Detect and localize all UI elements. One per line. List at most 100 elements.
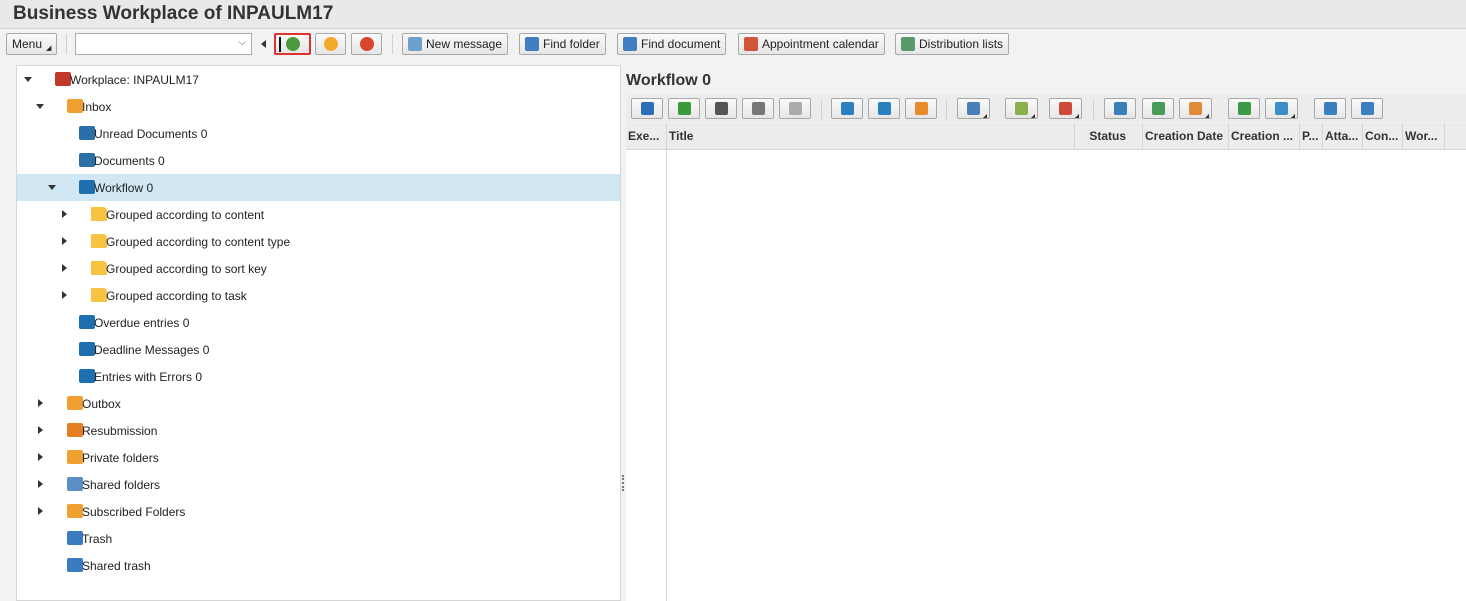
separator <box>821 99 822 119</box>
tree-node[interactable]: Deadline Messages 0 <box>17 336 620 363</box>
trash-icon <box>67 531 83 545</box>
expand-arrow-icon[interactable] <box>62 291 67 299</box>
tree-node[interactable]: Grouped according to content type <box>17 228 620 255</box>
cancel-button[interactable] <box>351 33 382 55</box>
folder-icon <box>91 288 107 302</box>
attachment-button[interactable] <box>957 98 990 119</box>
tree-node-label: Trash <box>82 531 113 546</box>
find-icon <box>1323 102 1337 115</box>
new-message-button[interactable]: New message <box>402 33 509 55</box>
object-button[interactable] <box>742 98 774 119</box>
expand-arrow-icon[interactable] <box>62 210 67 218</box>
column-header[interactable]: Atta... <box>1323 123 1363 150</box>
dropdown-corner-icon[interactable] <box>1291 114 1295 118</box>
dropdown-corner-icon[interactable] <box>983 114 987 118</box>
exit-button[interactable] <box>315 33 346 55</box>
object-inactive-button[interactable] <box>779 98 811 119</box>
create-folder-button[interactable] <box>1005 98 1038 119</box>
sort-button[interactable] <box>868 98 900 119</box>
copy-button[interactable] <box>1351 98 1383 119</box>
tree-node-label: Inbox <box>82 99 112 114</box>
tree-node[interactable]: Unread Documents 0 <box>17 120 620 147</box>
column-header[interactable]: Creation ... <box>1229 123 1300 150</box>
menu-label: Menu <box>12 37 43 51</box>
print-button[interactable] <box>1104 98 1136 119</box>
tree-node[interactable]: Grouped according to task <box>17 282 620 309</box>
tree-node[interactable]: Grouped according to sort key <box>17 255 620 282</box>
dropdown-corner-icon: ◢ <box>46 45 52 52</box>
distribution-lists-button[interactable]: Distribution lists <box>895 33 1010 55</box>
back-button[interactable] <box>274 33 311 55</box>
expand-arrow-icon[interactable] <box>62 264 67 272</box>
tree-node[interactable]: Workflow 0 <box>17 174 620 201</box>
attachment-icon <box>967 102 980 115</box>
menu-button[interactable]: Menu ◢ <box>6 33 58 55</box>
find-document-label: Find document <box>641 37 721 51</box>
appointment-calendar-button[interactable]: Appointment calendar <box>738 33 885 55</box>
note-button[interactable] <box>905 98 937 119</box>
find-folder-button[interactable]: Find folder <box>519 33 606 55</box>
tree-node[interactable]: Documents 0 <box>17 147 620 174</box>
workplace-chair-icon <box>55 72 71 86</box>
tree-node-label: Workflow 0 <box>94 180 154 195</box>
column-header[interactable]: Creation Date <box>1143 123 1229 150</box>
tree-node-label: Entries with Errors 0 <box>94 369 203 384</box>
command-field[interactable]: ⌵ <box>75 33 252 55</box>
display-button[interactable] <box>705 98 737 119</box>
dropdown-corner-icon[interactable] <box>1031 114 1035 118</box>
collapse-arrow-icon[interactable] <box>24 77 32 82</box>
filter-sum-button[interactable] <box>1228 98 1260 119</box>
column-header[interactable]: Con... <box>1363 123 1403 150</box>
dropdown-corner-icon[interactable] <box>1205 114 1209 118</box>
refresh-button[interactable] <box>631 98 663 119</box>
tree-node[interactable]: Resubmission <box>17 417 620 444</box>
tree-node[interactable]: Workplace: INPAULM17 <box>17 66 620 93</box>
execute-button[interactable] <box>668 98 700 119</box>
column-header[interactable]: Exe... <box>626 123 667 150</box>
find-button[interactable] <box>1314 98 1346 119</box>
new-message-icon <box>408 37 422 51</box>
tree-node-label: Workplace: INPAULM17 <box>70 72 199 87</box>
tree-node[interactable]: Shared folders <box>17 471 620 498</box>
binoculars-icon <box>525 37 539 51</box>
tree-node[interactable]: Inbox <box>17 93 620 120</box>
tree-node[interactable]: Trash <box>17 525 620 552</box>
view-grid-button[interactable] <box>1179 98 1212 119</box>
forward-button[interactable] <box>831 98 863 119</box>
tree-node[interactable]: Entries with Errors 0 <box>17 363 620 390</box>
workflow-icon <box>79 180 95 194</box>
tree-node[interactable]: Overdue entries 0 <box>17 309 620 336</box>
expand-arrow-icon[interactable] <box>38 480 43 488</box>
column-header[interactable]: Title <box>667 123 1075 150</box>
preview-button[interactable] <box>1142 98 1174 119</box>
tree-node[interactable]: Subscribed Folders <box>17 498 620 525</box>
filter-button[interactable] <box>1265 98 1298 119</box>
expand-arrow-icon[interactable] <box>62 237 67 245</box>
column-header[interactable]: Status <box>1075 123 1143 150</box>
collapse-arrow-icon[interactable] <box>36 104 44 109</box>
copy-icon <box>1360 102 1374 115</box>
column-header[interactable]: Wor... <box>1403 123 1445 150</box>
tree-node[interactable]: Shared trash <box>17 552 620 579</box>
expand-arrow-icon[interactable] <box>38 399 43 407</box>
column-header[interactable]: P... <box>1300 123 1323 150</box>
expand-arrow-icon[interactable] <box>38 453 43 461</box>
tree-node[interactable]: Grouped according to content <box>17 201 620 228</box>
expand-arrow-icon[interactable] <box>38 426 43 434</box>
expand-arrow-icon[interactable] <box>38 507 43 515</box>
tree-node-label: Private folders <box>82 450 159 465</box>
refresh-icon <box>640 102 654 115</box>
separator <box>946 99 947 119</box>
collapse-arrow-icon[interactable] <box>261 40 266 48</box>
layout-button[interactable] <box>1049 98 1082 119</box>
find-document-button[interactable]: Find document <box>617 33 727 55</box>
inbox-tray-icon <box>67 99 83 113</box>
collapse-arrow-icon[interactable] <box>48 185 56 190</box>
dropdown-corner-icon[interactable] <box>1075 114 1079 118</box>
forward-icon <box>840 102 854 115</box>
tree-node[interactable]: Private folders <box>17 444 620 471</box>
title-bar: Business Workplace of INPAULM17 <box>0 0 1466 29</box>
tree-node-label: Documents 0 <box>94 153 165 168</box>
tree-node[interactable]: Outbox <box>17 390 620 417</box>
splitter-handle[interactable] <box>622 475 624 491</box>
